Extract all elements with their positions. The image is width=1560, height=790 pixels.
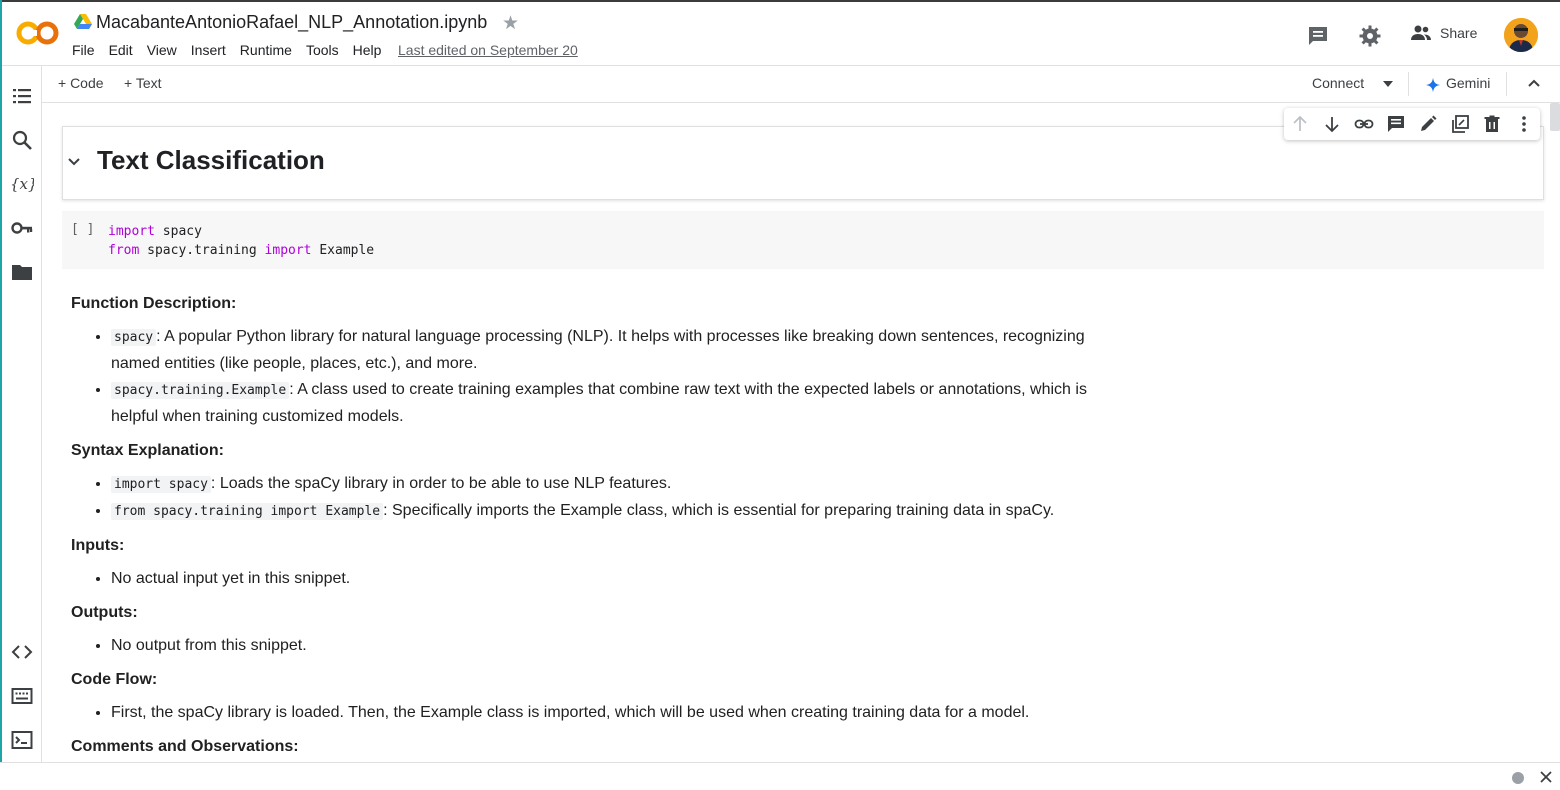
comment-icon[interactable] bbox=[1306, 24, 1330, 48]
inline-code: spacy.training.Example bbox=[111, 382, 290, 399]
code-keyword: from bbox=[108, 243, 140, 258]
arrow-down-icon[interactable] bbox=[1322, 114, 1342, 134]
terminal-icon[interactable] bbox=[10, 728, 34, 752]
section-heading: Text Classification bbox=[97, 145, 325, 175]
code-text: spacy bbox=[154, 224, 202, 239]
comment-icon[interactable] bbox=[1386, 114, 1406, 134]
notebook-scrollbar[interactable] bbox=[1548, 103, 1560, 762]
list-item-text: : A popular Python library for natural l… bbox=[111, 328, 1085, 372]
folder-icon[interactable] bbox=[10, 260, 34, 284]
bullet-list: No output from this snippet. bbox=[71, 633, 1101, 659]
run-cell-button[interactable]: [ ] bbox=[71, 222, 94, 237]
section-title: Function Description: bbox=[71, 295, 237, 312]
cell-toolbar bbox=[1284, 108, 1540, 140]
menu-file[interactable]: File bbox=[72, 42, 95, 58]
menu-insert[interactable]: Insert bbox=[191, 42, 226, 58]
code-keyword: import bbox=[264, 243, 312, 258]
key-icon[interactable] bbox=[10, 216, 34, 240]
code-line: from spacy.training import Example bbox=[108, 241, 374, 260]
inline-code: import spacy bbox=[111, 476, 211, 493]
list-item: spacy.training.Example: A class used to … bbox=[111, 377, 1101, 430]
table-of-contents-icon[interactable] bbox=[10, 84, 34, 108]
bullet-list: First, the spaCy library is loaded. Then… bbox=[71, 700, 1101, 726]
inline-code: from spacy.training import Example bbox=[111, 503, 384, 520]
svg-text:{x}: {x} bbox=[10, 175, 34, 193]
edit-icon[interactable] bbox=[1418, 114, 1438, 134]
arrow-up-icon[interactable] bbox=[1290, 114, 1310, 134]
list-item-text: No actual input yet in this snippet. bbox=[111, 570, 351, 587]
section-title: Inputs: bbox=[71, 537, 125, 554]
notebook-title[interactable]: MacabanteAntonioRafael_NLP_Annotation.ip… bbox=[96, 12, 487, 33]
share-label: Share bbox=[1440, 25, 1478, 41]
notebook-area: Text Classification [] import spacy fro… bbox=[42, 103, 1548, 762]
avatar[interactable] bbox=[1504, 18, 1538, 52]
drive-icon bbox=[74, 14, 92, 29]
list-item: No output from this snippet. bbox=[111, 633, 1101, 659]
menu-tools[interactable]: Tools bbox=[306, 42, 339, 58]
collapse-section-icon[interactable] bbox=[67, 155, 81, 169]
code-keyword: import bbox=[108, 224, 155, 239]
list-item-text: : Loads the spaCy library in order to be… bbox=[210, 475, 672, 492]
menu-view[interactable]: View bbox=[147, 42, 177, 58]
code-editor[interactable]: import spacy from spacy.training import E… bbox=[108, 222, 374, 260]
connect-button[interactable]: Connect bbox=[1312, 75, 1364, 91]
list-item: No actual input yet in this snippet. bbox=[111, 566, 1101, 592]
share-button[interactable]: Share bbox=[1410, 24, 1477, 42]
scrollbar-thumb[interactable] bbox=[1550, 103, 1560, 131]
chevron-down-icon[interactable] bbox=[1382, 80, 1394, 88]
link-icon[interactable] bbox=[1354, 114, 1374, 134]
colab-logo[interactable] bbox=[16, 18, 60, 48]
more-vert-icon[interactable] bbox=[1514, 114, 1534, 134]
list-item-text: No output from this snippet. bbox=[111, 637, 307, 654]
section-title: Code Flow: bbox=[71, 671, 158, 688]
left-sidebar: {x} bbox=[2, 66, 42, 762]
gemini-icon bbox=[1426, 78, 1440, 92]
toolbar-divider bbox=[1408, 72, 1409, 96]
bullet-list: No actual input yet in this snippet. bbox=[71, 566, 1101, 592]
markdown-cell[interactable]: Function Description: spacy: A popular Py… bbox=[71, 291, 1101, 762]
chevron-up-icon[interactable] bbox=[1528, 79, 1540, 87]
variables-icon[interactable]: {x} bbox=[10, 172, 34, 196]
menu-runtime[interactable]: Runtime bbox=[240, 42, 292, 58]
list-item: from spacy.training import Example: Spec… bbox=[111, 498, 1101, 525]
header: MacabanteAntonioRafael_NLP_Annotation.ip… bbox=[2, 2, 1560, 66]
inline-code: spacy bbox=[111, 329, 157, 346]
status-bar bbox=[0, 762, 1560, 790]
list-item-text: : Specifically imports the Example class… bbox=[383, 502, 1055, 519]
add-text-button[interactable]: + Text bbox=[124, 75, 162, 91]
add-code-button[interactable]: + Code bbox=[58, 75, 104, 91]
menu-edit[interactable]: Edit bbox=[109, 42, 133, 58]
toolbar-divider bbox=[1506, 72, 1507, 96]
list-item: First, the spaCy library is loaded. Then… bbox=[111, 700, 1101, 726]
command-palette-icon[interactable] bbox=[10, 684, 34, 708]
code-cell[interactable]: [ ] import spacy from spacy.training impo… bbox=[62, 211, 1544, 269]
code-line: import spacy bbox=[108, 222, 374, 241]
menu-help[interactable]: Help bbox=[353, 42, 382, 58]
list-item: spacy: A popular Python library for natu… bbox=[111, 324, 1101, 377]
code-text: Example bbox=[311, 243, 375, 258]
list-item-text: First, the spaCy library is loaded. Then… bbox=[111, 704, 1030, 721]
search-icon[interactable] bbox=[10, 128, 34, 152]
notebook-toolbar: + Code + Text Connect Gemini bbox=[42, 66, 1560, 103]
code-snippets-icon[interactable] bbox=[10, 640, 34, 664]
settings-icon[interactable] bbox=[1358, 24, 1382, 48]
code-text: spacy.training bbox=[139, 243, 265, 258]
section-title: Syntax Explanation: bbox=[71, 442, 224, 459]
section-title: Comments and Observations: bbox=[71, 738, 299, 755]
delete-icon[interactable] bbox=[1482, 114, 1502, 134]
people-icon bbox=[1411, 25, 1431, 40]
last-edited-link[interactable]: Last edited on September 20 bbox=[398, 42, 578, 58]
close-icon[interactable] bbox=[1538, 769, 1554, 785]
section-title: Outputs: bbox=[71, 604, 138, 621]
menu-bar: File Edit View Insert Runtime Tools Help bbox=[72, 42, 395, 58]
bullet-list: spacy: A popular Python library for natu… bbox=[71, 324, 1101, 430]
star-icon[interactable]: ★ bbox=[502, 12, 519, 35]
avatar-image bbox=[1504, 18, 1538, 52]
bullet-list: import spacy: Loads the spaCy library in… bbox=[71, 471, 1101, 525]
mirror-cell-icon[interactable] bbox=[1450, 114, 1470, 134]
runtime-status-indicator[interactable] bbox=[1512, 772, 1524, 784]
gemini-button[interactable]: Gemini bbox=[1446, 75, 1490, 91]
list-item: import spacy: Loads the spaCy library in… bbox=[111, 471, 1101, 498]
